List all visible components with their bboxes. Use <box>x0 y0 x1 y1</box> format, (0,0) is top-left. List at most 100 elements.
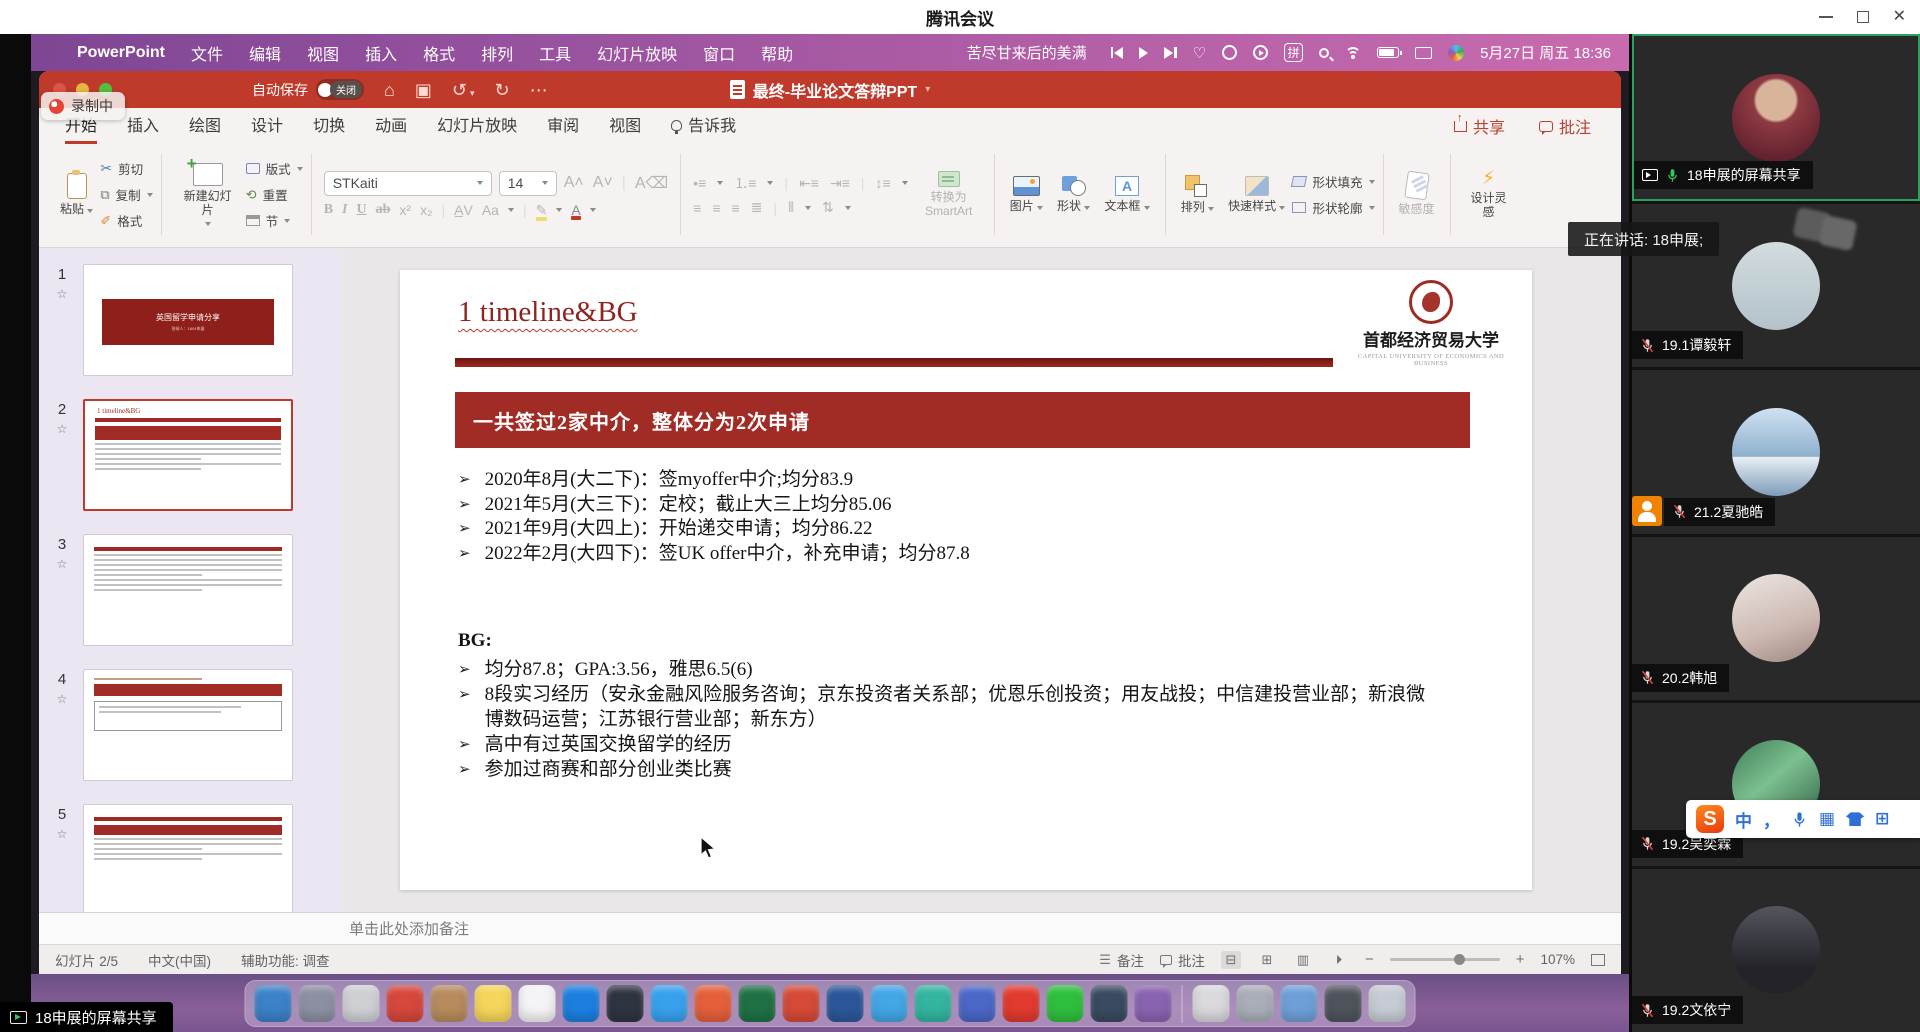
maximize-button[interactable] <box>1857 11 1869 23</box>
superscript-button[interactable]: x² <box>399 202 411 218</box>
minimize-button[interactable] <box>1819 16 1833 18</box>
home-icon[interactable]: ⌂ <box>384 81 395 99</box>
dock-icon[interactable] <box>783 985 820 1022</box>
wifi-icon[interactable] <box>1345 47 1361 59</box>
undo-icon[interactable]: ↺▾ <box>452 81 475 99</box>
music-app-icon[interactable] <box>1222 45 1237 60</box>
zoom-level[interactable]: 107% <box>1540 952 1575 967</box>
dock-icon[interactable] <box>1047 985 1084 1022</box>
reset-button[interactable]: ⟲重置 <box>246 184 303 206</box>
menu-view[interactable]: 视图 <box>307 41 339 65</box>
sogou-ime-toolbar[interactable]: S 中 ， ▦ ⊞ <box>1686 800 1920 838</box>
convert-smartart-button[interactable]: 转换为SmartArt <box>912 150 986 239</box>
share-button[interactable]: 共享 <box>1454 114 1505 138</box>
previous-track-icon[interactable] <box>1111 47 1124 59</box>
design-ideas-button[interactable]: ⚡ 设计灵感 <box>1459 150 1519 239</box>
dock-icon[interactable] <box>1237 985 1274 1022</box>
layout-button[interactable]: 版式 <box>246 158 303 180</box>
dock-icon[interactable] <box>607 985 644 1022</box>
participant-tile[interactable]: 19.2吴奕霖 <box>1632 703 1920 866</box>
textbox-button[interactable]: A 文本框 <box>1097 150 1156 239</box>
align-center-button[interactable]: ≡ <box>712 200 720 216</box>
bullets-button[interactable]: •≡ <box>693 175 706 191</box>
slide-4-thumbnail[interactable] <box>83 669 293 781</box>
increase-indent-button[interactable]: ⇥≡ <box>830 175 850 192</box>
line-spacing-button[interactable]: ↕≡ <box>876 175 891 191</box>
quick-styles-button[interactable]: 快速样式 <box>1221 150 1292 239</box>
fit-slide-button[interactable] <box>1591 954 1605 966</box>
dock-icon[interactable] <box>1193 985 1230 1022</box>
dock-icon[interactable] <box>871 985 908 1022</box>
spotlight-search-icon[interactable] <box>1319 48 1329 58</box>
italic-button[interactable]: I <box>342 202 347 218</box>
paste-button[interactable]: 粘贴 <box>53 150 100 239</box>
participant-tile[interactable]: 19.2文依宁 <box>1632 869 1920 1032</box>
dock-icon[interactable] <box>827 985 864 1022</box>
increase-font-icon[interactable]: A˄ <box>564 174 584 192</box>
bold-button[interactable]: B <box>324 202 333 218</box>
redo-icon[interactable]: ↻ <box>495 81 510 99</box>
tab-tell-me[interactable]: 告诉我 <box>671 106 736 144</box>
save-icon[interactable]: ▣ <box>415 81 432 99</box>
character-spacing-button[interactable]: A̲V <box>454 202 473 218</box>
font-color-button[interactable]: A <box>571 202 580 218</box>
bg-bullet-list[interactable]: ➢均分87.8；GPA:3.56，雅思6.5(6) ➢8段实习经历（安永金融风险… <box>458 658 1468 782</box>
justify-button[interactable]: ≣ <box>751 199 763 216</box>
highlight-color-button[interactable]: ✎ <box>536 202 548 219</box>
sensitivity-button[interactable]: 敏感度 <box>1392 150 1442 239</box>
subscript-button[interactable]: x₂ <box>420 202 432 218</box>
tab-insert[interactable]: 插入 <box>127 106 159 144</box>
autosave-toggle[interactable]: 关闭 <box>316 79 364 100</box>
comments-button[interactable]: 批注 <box>1539 114 1591 138</box>
change-case-button[interactable]: Aa <box>482 202 499 218</box>
dock-icon[interactable] <box>475 985 512 1022</box>
ime-keyboard-icon[interactable]: ▦ <box>1819 809 1835 829</box>
tab-view[interactable]: 视图 <box>609 106 641 144</box>
dock-icon[interactable] <box>695 985 732 1022</box>
dock-icon[interactable] <box>1281 985 1318 1022</box>
dock-icon[interactable] <box>959 985 996 1022</box>
language-indicator[interactable]: 中文(中国) <box>148 950 211 970</box>
reading-view-button[interactable]: ▥ <box>1293 951 1313 969</box>
dock-icon[interactable] <box>739 985 776 1022</box>
input-method-icon[interactable]: 拼 <box>1284 43 1303 62</box>
tab-animations[interactable]: 动画 <box>375 106 407 144</box>
slide-2-thumbnail-selected[interactable]: 1 timeline&BG <box>83 399 293 511</box>
dock-icon[interactable] <box>519 985 556 1022</box>
thumbnail-row-2[interactable]: 2☆ 1 timeline&BG <box>47 399 329 511</box>
control-center-icon[interactable] <box>1448 45 1464 61</box>
tab-draw[interactable]: 绘图 <box>189 106 221 144</box>
title-caret-icon[interactable]: ▾ <box>925 84 930 95</box>
menu-arrange[interactable]: 排列 <box>481 41 513 65</box>
slide-sorter-view-button[interactable]: ⊞ <box>1257 951 1277 969</box>
shapes-button[interactable]: 形状 <box>1050 150 1097 239</box>
menu-insert[interactable]: 插入 <box>365 41 397 65</box>
thumbnail-row-3[interactable]: 3☆ <box>47 534 329 646</box>
zoom-out-button[interactable]: − <box>1365 951 1374 968</box>
close-button[interactable]: ✕ <box>1893 9 1906 25</box>
screen-share-status-pill[interactable]: 18申展的屏幕共享 <box>0 1002 173 1032</box>
font-size-select[interactable]: 14 <box>499 171 557 196</box>
ime-punctuation-icon[interactable]: ， <box>1763 807 1780 832</box>
slide-3-thumbnail[interactable] <box>83 534 293 646</box>
menu-powerpoint[interactable]: PowerPoint <box>77 44 165 62</box>
display-icon[interactable] <box>1415 47 1432 59</box>
ime-mic-icon[interactable] <box>1791 811 1808 828</box>
underline-button[interactable]: U <box>356 202 366 218</box>
accessibility-indicator[interactable]: 辅助功能: 调查 <box>241 950 330 970</box>
menu-window[interactable]: 窗口 <box>703 41 735 65</box>
text-direction-button[interactable]: ⇅ <box>822 199 834 216</box>
section-button[interactable]: 节 <box>246 210 303 232</box>
shape-fill-button[interactable]: 形状填充 <box>1292 171 1374 193</box>
notes-area[interactable]: 单击此处添加备注 <box>39 912 1621 944</box>
menu-tools[interactable]: 工具 <box>539 41 571 65</box>
sogou-logo-icon[interactable]: S <box>1696 805 1724 833</box>
play-circle-icon[interactable] <box>1253 45 1268 60</box>
dock-icon[interactable] <box>1091 985 1128 1022</box>
dock-icon[interactable] <box>563 985 600 1022</box>
ime-skin-icon[interactable] <box>1846 812 1864 826</box>
menubar-clock[interactable]: 5月27日 周五 18:36 <box>1480 42 1611 63</box>
slide-5-thumbnail[interactable] <box>83 804 293 912</box>
current-slide[interactable]: 1 timeline&BG 首都经济贸易大学 CAPITAL UNIVERSIT… <box>400 270 1532 890</box>
notes-toggle[interactable]: ☰备注 <box>1099 950 1144 970</box>
